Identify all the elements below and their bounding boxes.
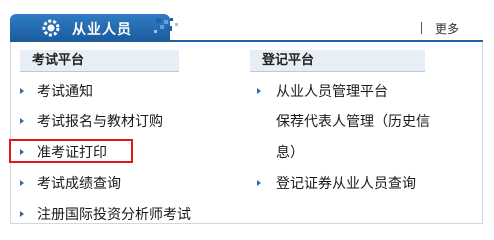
- link-practitioner-management[interactable]: 从业人员管理平台: [276, 81, 388, 101]
- decorative-squares-icon: [154, 18, 178, 33]
- link-cifa-exam[interactable]: 注册国际投资分析师考试: [37, 204, 191, 224]
- bullet-icon: [20, 180, 24, 186]
- link-exam-registration[interactable]: 考试报名与教材订购: [37, 111, 163, 131]
- column-header-registration: 登记平台: [250, 50, 425, 72]
- section-title: 从业人员: [72, 22, 132, 38]
- highlight-box: [9, 139, 133, 163]
- link-exam-score-query[interactable]: 考试成绩查询: [37, 173, 121, 193]
- gear-icon: [42, 19, 60, 37]
- link-sponsor-rep-management-cont[interactable]: 息）: [276, 142, 304, 162]
- link-securities-practitioner-query[interactable]: 登记证券从业人员查询: [276, 173, 416, 193]
- column-header-exam: 考试平台: [20, 50, 179, 72]
- link-exam-notice[interactable]: 考试通知: [37, 81, 93, 101]
- bullet-icon: [257, 88, 261, 94]
- bullet-icon: [20, 118, 24, 124]
- bullet-icon: [20, 88, 24, 94]
- bullet-icon: [20, 211, 24, 217]
- bullet-icon: [257, 180, 261, 186]
- more-separator: [421, 22, 422, 34]
- more-link[interactable]: 更多: [435, 20, 459, 37]
- link-sponsor-rep-management[interactable]: 保荐代表人管理（历史信: [276, 111, 430, 131]
- section-tab[interactable]: 从业人员: [10, 14, 170, 42]
